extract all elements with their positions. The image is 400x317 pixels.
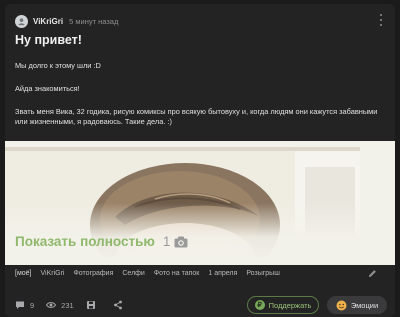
share-button[interactable] — [113, 300, 128, 310]
post-paragraph: Айда знакомиться! — [15, 84, 80, 93]
support-label: Поддержать — [268, 300, 312, 310]
post-footer: 9 231 — [15, 298, 140, 312]
tag-item[interactable]: Фотография — [73, 270, 113, 277]
post-card: ViKriGri 5 минут назад Ну привет! Мы дол… — [5, 4, 395, 317]
emotions-label: Эмоции — [350, 300, 379, 310]
tag-list: [моё] ViKriGri Фотография Селфи Фото на … — [15, 270, 289, 277]
share-icon — [113, 300, 122, 310]
tag-item[interactable]: Селфи — [122, 270, 144, 277]
avatar[interactable] — [15, 14, 28, 28]
image-count: 1 — [162, 234, 171, 249]
save-button[interactable] — [86, 300, 101, 310]
tag-item[interactable]: Розыгрыш — [246, 270, 280, 277]
emotions-button[interactable]: Эмоции — [327, 296, 387, 314]
tag-item[interactable]: [моё] — [15, 270, 32, 277]
show-full-label: Показать полностью — [15, 234, 155, 249]
support-button[interactable]: ₽ Поддержать — [247, 296, 319, 314]
post-header: ViKriGri 5 минут назад — [15, 13, 118, 29]
post-time: 5 минут назад — [69, 16, 119, 26]
camera-icon — [174, 236, 188, 247]
views-count: 231 — [61, 300, 74, 310]
author-name[interactable]: ViKriGri — [33, 17, 63, 26]
comments-count: 9 — [30, 300, 35, 310]
ruble-icon: ₽ — [254, 300, 265, 310]
comments-counter[interactable]: 9 — [15, 300, 34, 310]
views-counter: 231 — [46, 300, 74, 310]
post-title[interactable]: Ну привет! — [15, 33, 82, 47]
emoji-face-icon — [336, 300, 347, 310]
tag-item[interactable]: Фото на тапок — [154, 270, 200, 277]
show-full-button[interactable]: Показать полностью 1 — [15, 234, 188, 249]
user-icon — [18, 17, 25, 25]
save-icon — [86, 301, 95, 309]
tag-item[interactable]: 1 апреля — [208, 270, 237, 277]
comment-icon — [16, 301, 24, 309]
post-paragraph: Мы долго к этому шли :D — [15, 61, 101, 70]
post-paragraph: Звать меня Вика, 32 годика, рисую комикс… — [15, 107, 378, 126]
eye-icon — [46, 302, 57, 308]
edit-pencil-icon[interactable] — [368, 269, 377, 278]
tag-item[interactable]: ViKriGri — [41, 270, 65, 277]
more-options-icon[interactable] — [379, 14, 383, 26]
